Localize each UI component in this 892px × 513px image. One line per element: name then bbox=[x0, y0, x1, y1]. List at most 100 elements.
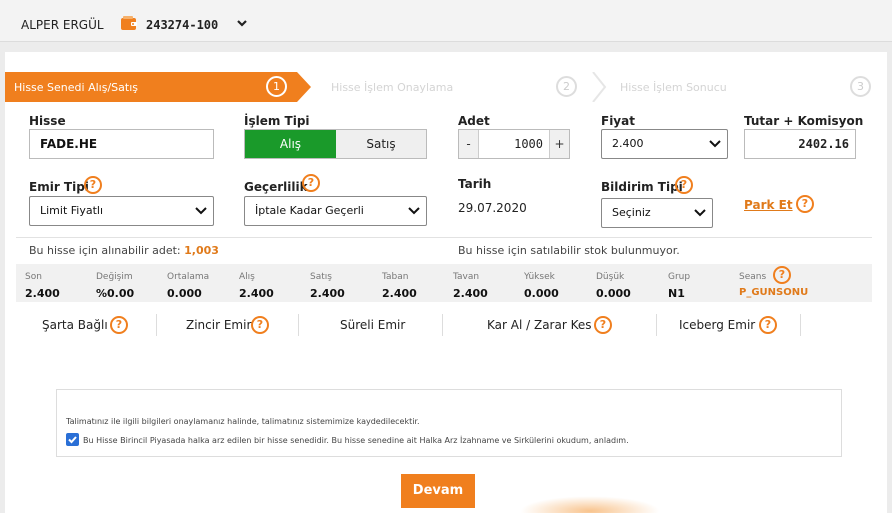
tab-chain[interactable]: Zincir Emir bbox=[186, 312, 251, 338]
price-select[interactable]: 2.400 bbox=[601, 129, 728, 159]
park-order-link[interactable]: Park Et bbox=[744, 198, 793, 212]
stock-input[interactable]: FADE.HE bbox=[29, 129, 214, 159]
sellable-stock-info: Bu hisse için satılabilir stok bulunmuyo… bbox=[458, 244, 680, 257]
order-type-help-icon[interactable]: ? bbox=[84, 176, 102, 194]
conditional-help-icon[interactable]: ? bbox=[110, 316, 128, 334]
stat-value: 2.400 bbox=[25, 287, 60, 300]
sell-button[interactable]: Satış bbox=[336, 130, 426, 158]
tab-divider bbox=[800, 314, 801, 336]
step-3-label: Hisse İşlem Sonucu bbox=[620, 81, 727, 94]
buyable-qty-text: Bu hisse için alınabilir adet: bbox=[29, 244, 181, 257]
step-2-label: Hisse İşlem Onaylama bbox=[331, 81, 454, 94]
validity-select-value: İptale Kadar Geçerli bbox=[255, 204, 364, 217]
account-number[interactable]: 243274-100 bbox=[146, 18, 218, 32]
stat-value: 2.400 bbox=[310, 287, 345, 300]
step-1-number: 1 bbox=[266, 76, 287, 97]
stat-label: Satış bbox=[310, 272, 332, 282]
stat-label: Düşük bbox=[596, 272, 625, 282]
stat-label: Alış bbox=[239, 272, 255, 282]
user-name: ALPER ERGÜL bbox=[21, 18, 104, 32]
stat-label: Seans bbox=[739, 272, 767, 282]
tab-iceberg[interactable]: Iceberg Emir bbox=[679, 312, 755, 338]
stat-value: P_GUNSONU bbox=[739, 287, 809, 298]
step-separator-icon bbox=[592, 72, 607, 102]
buyable-qty-info: Bu hisse için alınabilir adet: 1,003 bbox=[29, 244, 219, 257]
txn-type-label: İşlem Tipi bbox=[244, 114, 310, 128]
stat-value: 0.000 bbox=[596, 287, 631, 300]
stat-value: 2.400 bbox=[382, 287, 417, 300]
stat-value: 2.400 bbox=[453, 287, 488, 300]
acknowledge-checkbox[interactable] bbox=[66, 433, 79, 446]
qty-increment-button[interactable]: + bbox=[549, 130, 569, 158]
stat-label: Değişim bbox=[96, 272, 133, 282]
stat-value: %0.00 bbox=[96, 287, 135, 300]
stock-label: Hisse bbox=[29, 114, 66, 128]
notify-type-label: Bildirim Tipi bbox=[601, 180, 683, 194]
qty-input[interactable]: 1000 bbox=[479, 130, 549, 158]
stat-label: Grup bbox=[668, 272, 691, 282]
step-2-number: 2 bbox=[556, 76, 577, 97]
acknowledge-text: Bu Hisse Birincil Piyasada halka arz edi… bbox=[83, 436, 629, 445]
order-type-label: Emir Tipi bbox=[29, 180, 89, 194]
step-1-label: Hisse Senedi Alış/Satış bbox=[14, 81, 138, 94]
disclaimer-text: Talimatınız ile ilgili bilgileri onaylam… bbox=[66, 417, 420, 426]
price-select-value: 2.400 bbox=[612, 137, 644, 150]
order-type-select-value: Limit Fiyatlı bbox=[40, 204, 104, 217]
total-commission-field[interactable]: 2402.16 bbox=[744, 129, 856, 159]
continue-button[interactable]: Devam bbox=[401, 474, 475, 508]
qty-label: Adet bbox=[458, 114, 490, 128]
chain-help-icon[interactable]: ? bbox=[251, 316, 269, 334]
top-bar: ALPER ERGÜL 243274-100 bbox=[0, 0, 892, 42]
wizard-steps: Hisse Senedi Alış/Satış 1 Hisse İşlem On… bbox=[5, 72, 882, 102]
chevron-down-icon bbox=[195, 207, 207, 215]
stat-label: Ortalama bbox=[167, 272, 210, 282]
stat-value: N1 bbox=[668, 287, 685, 300]
date-value: 29.07.2020 bbox=[458, 201, 527, 215]
notify-type-help-icon[interactable]: ? bbox=[675, 176, 693, 194]
tab-divider bbox=[656, 314, 657, 336]
tab-divider bbox=[156, 314, 157, 336]
tab-take-profit-stop-loss[interactable]: Kar Al / Zarar Kes bbox=[487, 312, 592, 338]
buy-button[interactable]: Alış bbox=[245, 130, 336, 158]
buyable-qty-value: 1,003 bbox=[184, 244, 219, 257]
tab-conditional[interactable]: Şarta Bağlı bbox=[42, 312, 108, 338]
date-label: Tarih bbox=[458, 177, 492, 191]
txn-type-toggle: Alış Satış bbox=[244, 129, 427, 159]
take-profit-help-icon[interactable]: ? bbox=[594, 316, 612, 334]
step-1-arrow bbox=[297, 72, 311, 102]
stat-value: 2.400 bbox=[239, 287, 274, 300]
validity-select[interactable]: İptale Kadar Geçerli bbox=[244, 196, 427, 226]
stat-label: Tavan bbox=[453, 272, 480, 282]
quantity-stepper: - 1000 + bbox=[458, 129, 570, 159]
qty-decrement-button[interactable]: - bbox=[459, 130, 479, 158]
price-label: Fiyat bbox=[601, 114, 635, 128]
wallet-icon[interactable] bbox=[120, 15, 138, 31]
park-help-icon[interactable]: ? bbox=[796, 195, 814, 213]
stat-label: Taban bbox=[382, 272, 409, 282]
step-3-number: 3 bbox=[850, 76, 871, 97]
order-type-tabs: Şarta Bağlı ? Zincir Emir ? Süreli Emir … bbox=[16, 312, 802, 338]
chevron-down-icon bbox=[408, 207, 420, 215]
stat-label: Son bbox=[25, 272, 42, 282]
validity-label: Geçerlilik bbox=[244, 180, 308, 194]
stat-value: 0.000 bbox=[524, 287, 559, 300]
tab-timed[interactable]: Süreli Emir bbox=[340, 312, 405, 338]
stat-label: Yüksek bbox=[524, 272, 555, 282]
order-type-select[interactable]: Limit Fiyatlı bbox=[29, 196, 214, 226]
checkmark-icon bbox=[68, 436, 77, 444]
stat-value: 0.000 bbox=[167, 287, 202, 300]
notify-type-select[interactable]: Seçiniz bbox=[601, 198, 713, 228]
chevron-down-icon bbox=[694, 209, 706, 217]
chevron-down-icon[interactable] bbox=[236, 17, 248, 29]
step-1: Hisse Senedi Alış/Satış 1 bbox=[5, 72, 297, 102]
iceberg-help-icon[interactable]: ? bbox=[759, 316, 777, 334]
tab-divider bbox=[442, 314, 443, 336]
notify-type-select-value: Seçiniz bbox=[612, 206, 651, 219]
market-stats: Son 2.400 Değişim %0.00 Ortalama 0.000 A… bbox=[16, 264, 872, 302]
session-help-icon[interactable]: ? bbox=[773, 266, 791, 284]
chevron-down-icon bbox=[709, 140, 721, 148]
divider bbox=[16, 237, 872, 238]
validity-help-icon[interactable]: ? bbox=[302, 174, 320, 192]
tab-divider bbox=[298, 314, 299, 336]
disclaimer-box: Talimatınız ile ilgili bilgileri onaylam… bbox=[56, 389, 842, 457]
